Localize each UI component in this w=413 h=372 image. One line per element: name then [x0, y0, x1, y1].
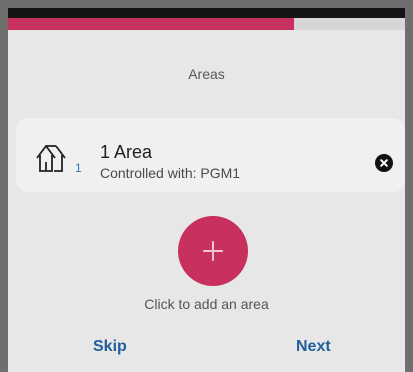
skip-button[interactable]: Skip [93, 338, 127, 356]
area-name: 1 Area [100, 142, 153, 162]
house-icon [36, 145, 66, 172]
status-bar [8, 8, 405, 18]
area-count-badge: 1 [75, 161, 82, 175]
progress-bar-fill [8, 18, 294, 30]
wizard-screen: Areas 1 1 Area Controlled with: PGM1 Cli… [8, 8, 405, 372]
next-button[interactable]: Next [296, 338, 331, 356]
add-area-caption: Click to add an area [144, 296, 269, 312]
progress-bar [8, 18, 405, 30]
area-controlled-with: Controlled with: PGM1 [100, 165, 241, 181]
page-title: Areas [188, 66, 225, 82]
add-area-button[interactable] [178, 216, 248, 286]
remove-area-button[interactable] [375, 154, 393, 172]
area-list-item[interactable]: 1 1 Area Controlled with: PGM1 [16, 118, 405, 192]
